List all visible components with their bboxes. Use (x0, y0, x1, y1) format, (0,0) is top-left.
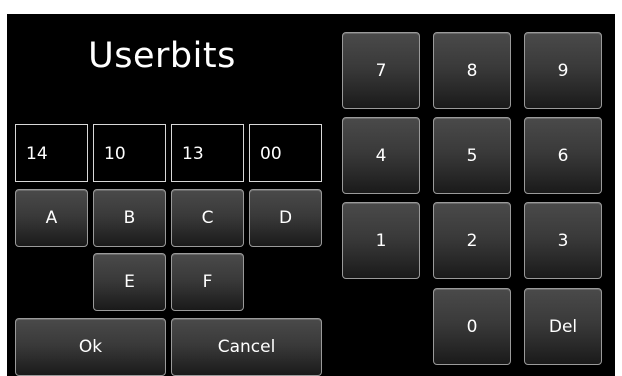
key-label: 9 (557, 60, 569, 81)
key-f-button[interactable]: F (171, 253, 244, 311)
delete-label: Del (548, 316, 578, 337)
ok-button[interactable]: Ok (15, 318, 166, 376)
key-label: F (202, 272, 213, 292)
key-a-button[interactable]: A (15, 189, 88, 247)
cancel-button[interactable]: Cancel (171, 318, 322, 376)
key-c-button[interactable]: C (171, 189, 244, 247)
key-label: 1 (375, 230, 387, 251)
key-label: D (278, 208, 293, 228)
key-label: B (123, 208, 136, 228)
userbits-field-3[interactable]: 13 (171, 124, 244, 182)
key-0-button[interactable]: 0 (433, 288, 511, 365)
userbits-field-1[interactable]: 14 (15, 124, 88, 182)
key-3-button[interactable]: 3 (524, 202, 602, 279)
key-4-button[interactable]: 4 (342, 117, 420, 194)
dialog-title: Userbits (88, 36, 236, 76)
key-label: 2 (466, 230, 478, 251)
cancel-label: Cancel (217, 337, 276, 357)
key-d-button[interactable]: D (249, 189, 322, 247)
ok-label: Ok (78, 337, 103, 357)
key-e-button[interactable]: E (93, 253, 166, 311)
key-7-button[interactable]: 7 (342, 32, 420, 109)
key-label: A (45, 208, 58, 228)
key-b-button[interactable]: B (93, 189, 166, 247)
key-label: 8 (466, 60, 478, 81)
key-1-button[interactable]: 1 (342, 202, 420, 279)
key-label: C (201, 208, 214, 228)
key-2-button[interactable]: 2 (433, 202, 511, 279)
userbits-field-2[interactable]: 10 (93, 124, 166, 182)
key-8-button[interactable]: 8 (433, 32, 511, 109)
key-6-button[interactable]: 6 (524, 117, 602, 194)
key-label: 6 (557, 145, 569, 166)
key-label: 0 (466, 316, 478, 337)
key-label: 4 (375, 145, 387, 166)
key-5-button[interactable]: 5 (433, 117, 511, 194)
delete-button[interactable]: Del (524, 288, 602, 365)
key-9-button[interactable]: 9 (524, 32, 602, 109)
key-label: 3 (557, 230, 569, 251)
key-label: 7 (375, 60, 387, 81)
userbits-field-4[interactable]: 00 (249, 124, 322, 182)
key-label: 5 (466, 145, 478, 166)
key-label: E (124, 272, 135, 292)
